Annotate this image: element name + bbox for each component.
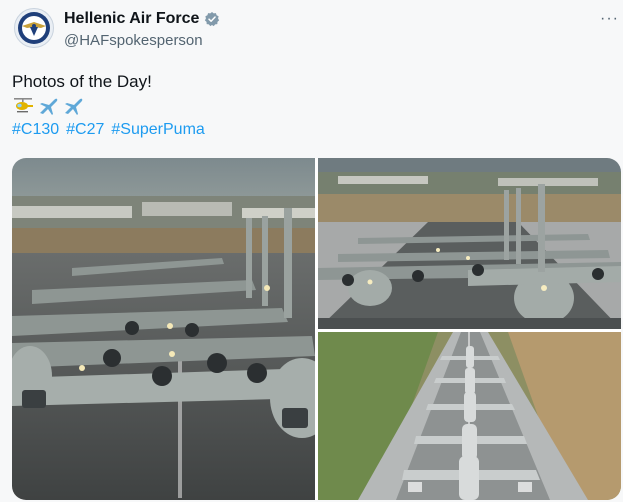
haf-emblem-icon bbox=[18, 12, 50, 44]
more-options-button[interactable]: ··· bbox=[600, 10, 619, 28]
hashtag-link[interactable]: #SuperPuma bbox=[111, 121, 204, 139]
photo-c130-elephant-walk-closeup[interactable] bbox=[12, 158, 315, 500]
media-grid bbox=[12, 158, 621, 500]
airplane-icon bbox=[40, 98, 58, 115]
tweet-text: Photos of the Day! bbox=[12, 72, 152, 91]
avatar[interactable] bbox=[14, 8, 54, 48]
photo-elephant-walk-runway-front[interactable] bbox=[318, 158, 621, 329]
hashtag-link[interactable]: #C130 bbox=[12, 121, 59, 139]
hashtag-link[interactable]: #C27 bbox=[66, 121, 104, 139]
display-name[interactable]: Hellenic Air Force bbox=[64, 10, 199, 28]
helicopter-icon bbox=[14, 98, 33, 113]
account-name-row: Hellenic Air Force bbox=[64, 10, 220, 28]
airplane-icon bbox=[65, 98, 83, 115]
emoji-row bbox=[12, 96, 84, 116]
photo-elephant-walk-aerial[interactable] bbox=[318, 332, 621, 500]
verified-badge-icon bbox=[205, 12, 220, 27]
hashtag-row: #C130 #C27 #SuperPuma bbox=[12, 121, 205, 139]
account-handle[interactable]: @HAFspokesperson bbox=[64, 32, 203, 49]
